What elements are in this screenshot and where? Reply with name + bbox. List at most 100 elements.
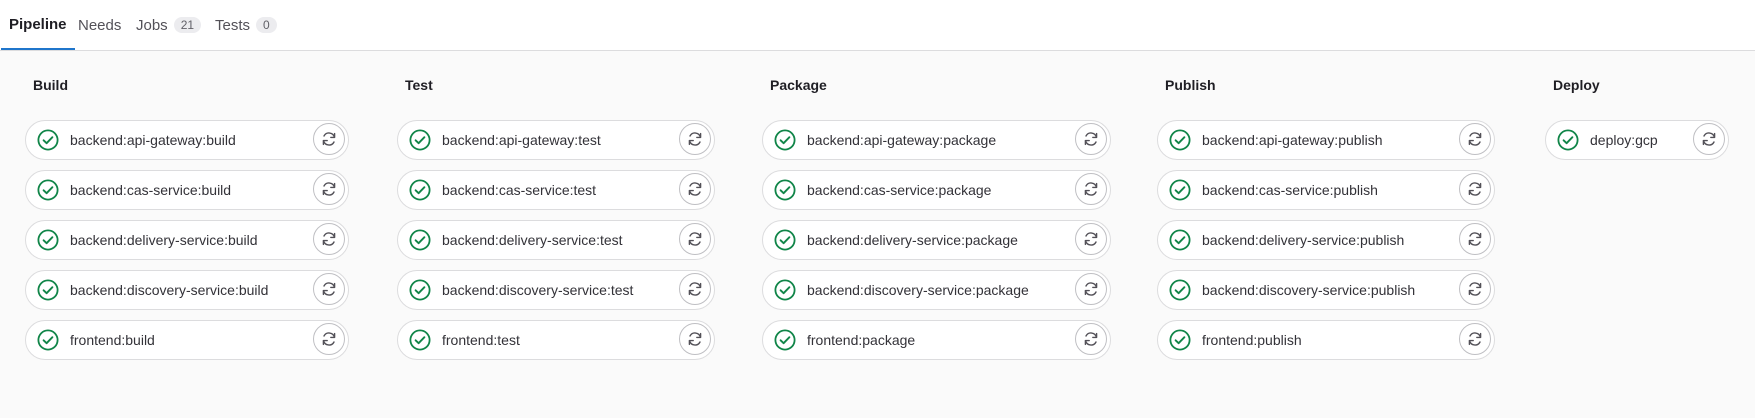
job-name: backend:discovery-service:build <box>70 282 269 298</box>
retry-icon <box>688 282 702 296</box>
job-item[interactable]: backend:discovery-service:publish <box>1157 270 1495 310</box>
job-name: deploy:gcp <box>1590 132 1658 148</box>
retry-icon <box>1468 282 1482 296</box>
job-name: backend:api-gateway:test <box>442 132 601 148</box>
retry-icon <box>322 282 336 296</box>
check-circle-icon <box>1169 229 1191 251</box>
retry-icon <box>322 232 336 246</box>
retry-icon <box>688 232 702 246</box>
retry-button[interactable] <box>1075 123 1107 155</box>
check-circle-icon <box>409 279 431 301</box>
job-item[interactable]: backend:cas-service:build <box>25 170 349 210</box>
pipeline-graph: Build backend:api-gateway:build backend:ca… <box>0 51 1755 418</box>
job-name: backend:api-gateway:build <box>70 132 236 148</box>
retry-icon <box>1084 232 1098 246</box>
check-circle-icon <box>37 179 59 201</box>
retry-button[interactable] <box>313 123 345 155</box>
job-item[interactable]: backend:cas-service:test <box>397 170 715 210</box>
job-item[interactable]: frontend:publish <box>1157 320 1495 360</box>
job-item[interactable]: frontend:test <box>397 320 715 360</box>
job-item[interactable]: backend:api-gateway:test <box>397 120 715 160</box>
job-name: frontend:test <box>442 332 520 348</box>
tab-tests-label: Tests <box>215 16 251 34</box>
stage-title: Test <box>405 77 433 93</box>
retry-button[interactable] <box>679 173 711 205</box>
check-circle-icon <box>774 179 796 201</box>
job-item[interactable]: backend:cas-service:publish <box>1157 170 1495 210</box>
job-name: backend:delivery-service:build <box>70 232 258 248</box>
retry-button[interactable] <box>679 323 711 355</box>
retry-button[interactable] <box>313 173 345 205</box>
tab-needs[interactable]: Needs <box>78 0 121 50</box>
tab-jobs-label: Jobs <box>136 16 168 34</box>
job-item[interactable]: backend:discovery-service:package <box>762 270 1111 310</box>
check-circle-icon <box>774 279 796 301</box>
job-item[interactable]: backend:api-gateway:publish <box>1157 120 1495 160</box>
tab-tests[interactable]: Tests 0 <box>215 0 277 50</box>
retry-button[interactable] <box>313 223 345 255</box>
retry-button[interactable] <box>679 123 711 155</box>
check-circle-icon <box>1169 329 1191 351</box>
check-circle-icon <box>774 129 796 151</box>
retry-icon <box>1468 182 1482 196</box>
job-item[interactable]: backend:cas-service:package <box>762 170 1111 210</box>
check-circle-icon <box>409 229 431 251</box>
retry-button[interactable] <box>1459 223 1491 255</box>
job-name: backend:discovery-service:package <box>807 282 1029 298</box>
job-item[interactable]: backend:api-gateway:package <box>762 120 1111 160</box>
job-item[interactable]: backend:api-gateway:build <box>25 120 349 160</box>
retry-icon <box>322 132 336 146</box>
tab-jobs[interactable]: Jobs 21 <box>136 0 202 50</box>
job-name: backend:cas-service:test <box>442 182 597 198</box>
check-circle-icon <box>37 229 59 251</box>
job-name: frontend:build <box>70 332 155 348</box>
retry-button[interactable] <box>1075 173 1107 205</box>
retry-button[interactable] <box>1459 323 1491 355</box>
retry-button[interactable] <box>1075 323 1107 355</box>
job-item[interactable]: backend:delivery-service:publish <box>1157 220 1495 260</box>
retry-button[interactable] <box>313 323 345 355</box>
tab-pipeline[interactable]: Pipeline <box>1 0 75 50</box>
job-name: backend:discovery-service:publish <box>1202 282 1416 298</box>
retry-button[interactable] <box>679 223 711 255</box>
job-item[interactable]: frontend:package <box>762 320 1111 360</box>
job-name: backend:api-gateway:publish <box>1202 132 1383 148</box>
job-item[interactable]: backend:discovery-service:build <box>25 270 349 310</box>
retry-icon <box>1084 132 1098 146</box>
job-name: backend:cas-service:publish <box>1202 182 1378 198</box>
job-item[interactable]: deploy:gcp <box>1545 120 1729 160</box>
retry-icon <box>322 182 336 196</box>
job-name: backend:delivery-service:package <box>807 232 1018 248</box>
retry-icon <box>1468 132 1482 146</box>
retry-button[interactable] <box>1459 273 1491 305</box>
check-circle-icon <box>774 329 796 351</box>
retry-button[interactable] <box>1075 223 1107 255</box>
job-name: frontend:package <box>807 332 916 348</box>
retry-button[interactable] <box>1459 173 1491 205</box>
stage-title: Deploy <box>1553 77 1600 93</box>
pipeline-tabs: Pipeline Needs Jobs 21 Tests 0 <box>0 0 1755 51</box>
retry-icon <box>688 182 702 196</box>
retry-button[interactable] <box>313 273 345 305</box>
tab-needs-label: Needs <box>78 16 122 34</box>
retry-button[interactable] <box>1693 123 1725 155</box>
check-circle-icon <box>774 229 796 251</box>
retry-button[interactable] <box>1075 273 1107 305</box>
retry-button[interactable] <box>1459 123 1491 155</box>
tab-pipeline-label: Pipeline <box>9 15 67 33</box>
job-item[interactable]: backend:delivery-service:package <box>762 220 1111 260</box>
retry-icon <box>1702 132 1716 146</box>
retry-icon <box>322 332 336 346</box>
stage-title: Package <box>770 77 827 93</box>
retry-icon <box>1468 332 1482 346</box>
job-name: backend:cas-service:package <box>807 182 992 198</box>
job-item[interactable]: backend:discovery-service:test <box>397 270 715 310</box>
job-item[interactable]: frontend:build <box>25 320 349 360</box>
retry-button[interactable] <box>679 273 711 305</box>
retry-icon <box>1084 332 1098 346</box>
check-circle-icon <box>1169 279 1191 301</box>
check-circle-icon <box>1169 179 1191 201</box>
job-item[interactable]: backend:delivery-service:build <box>25 220 349 260</box>
job-item[interactable]: backend:delivery-service:test <box>397 220 715 260</box>
job-name: backend:cas-service:build <box>70 182 232 198</box>
